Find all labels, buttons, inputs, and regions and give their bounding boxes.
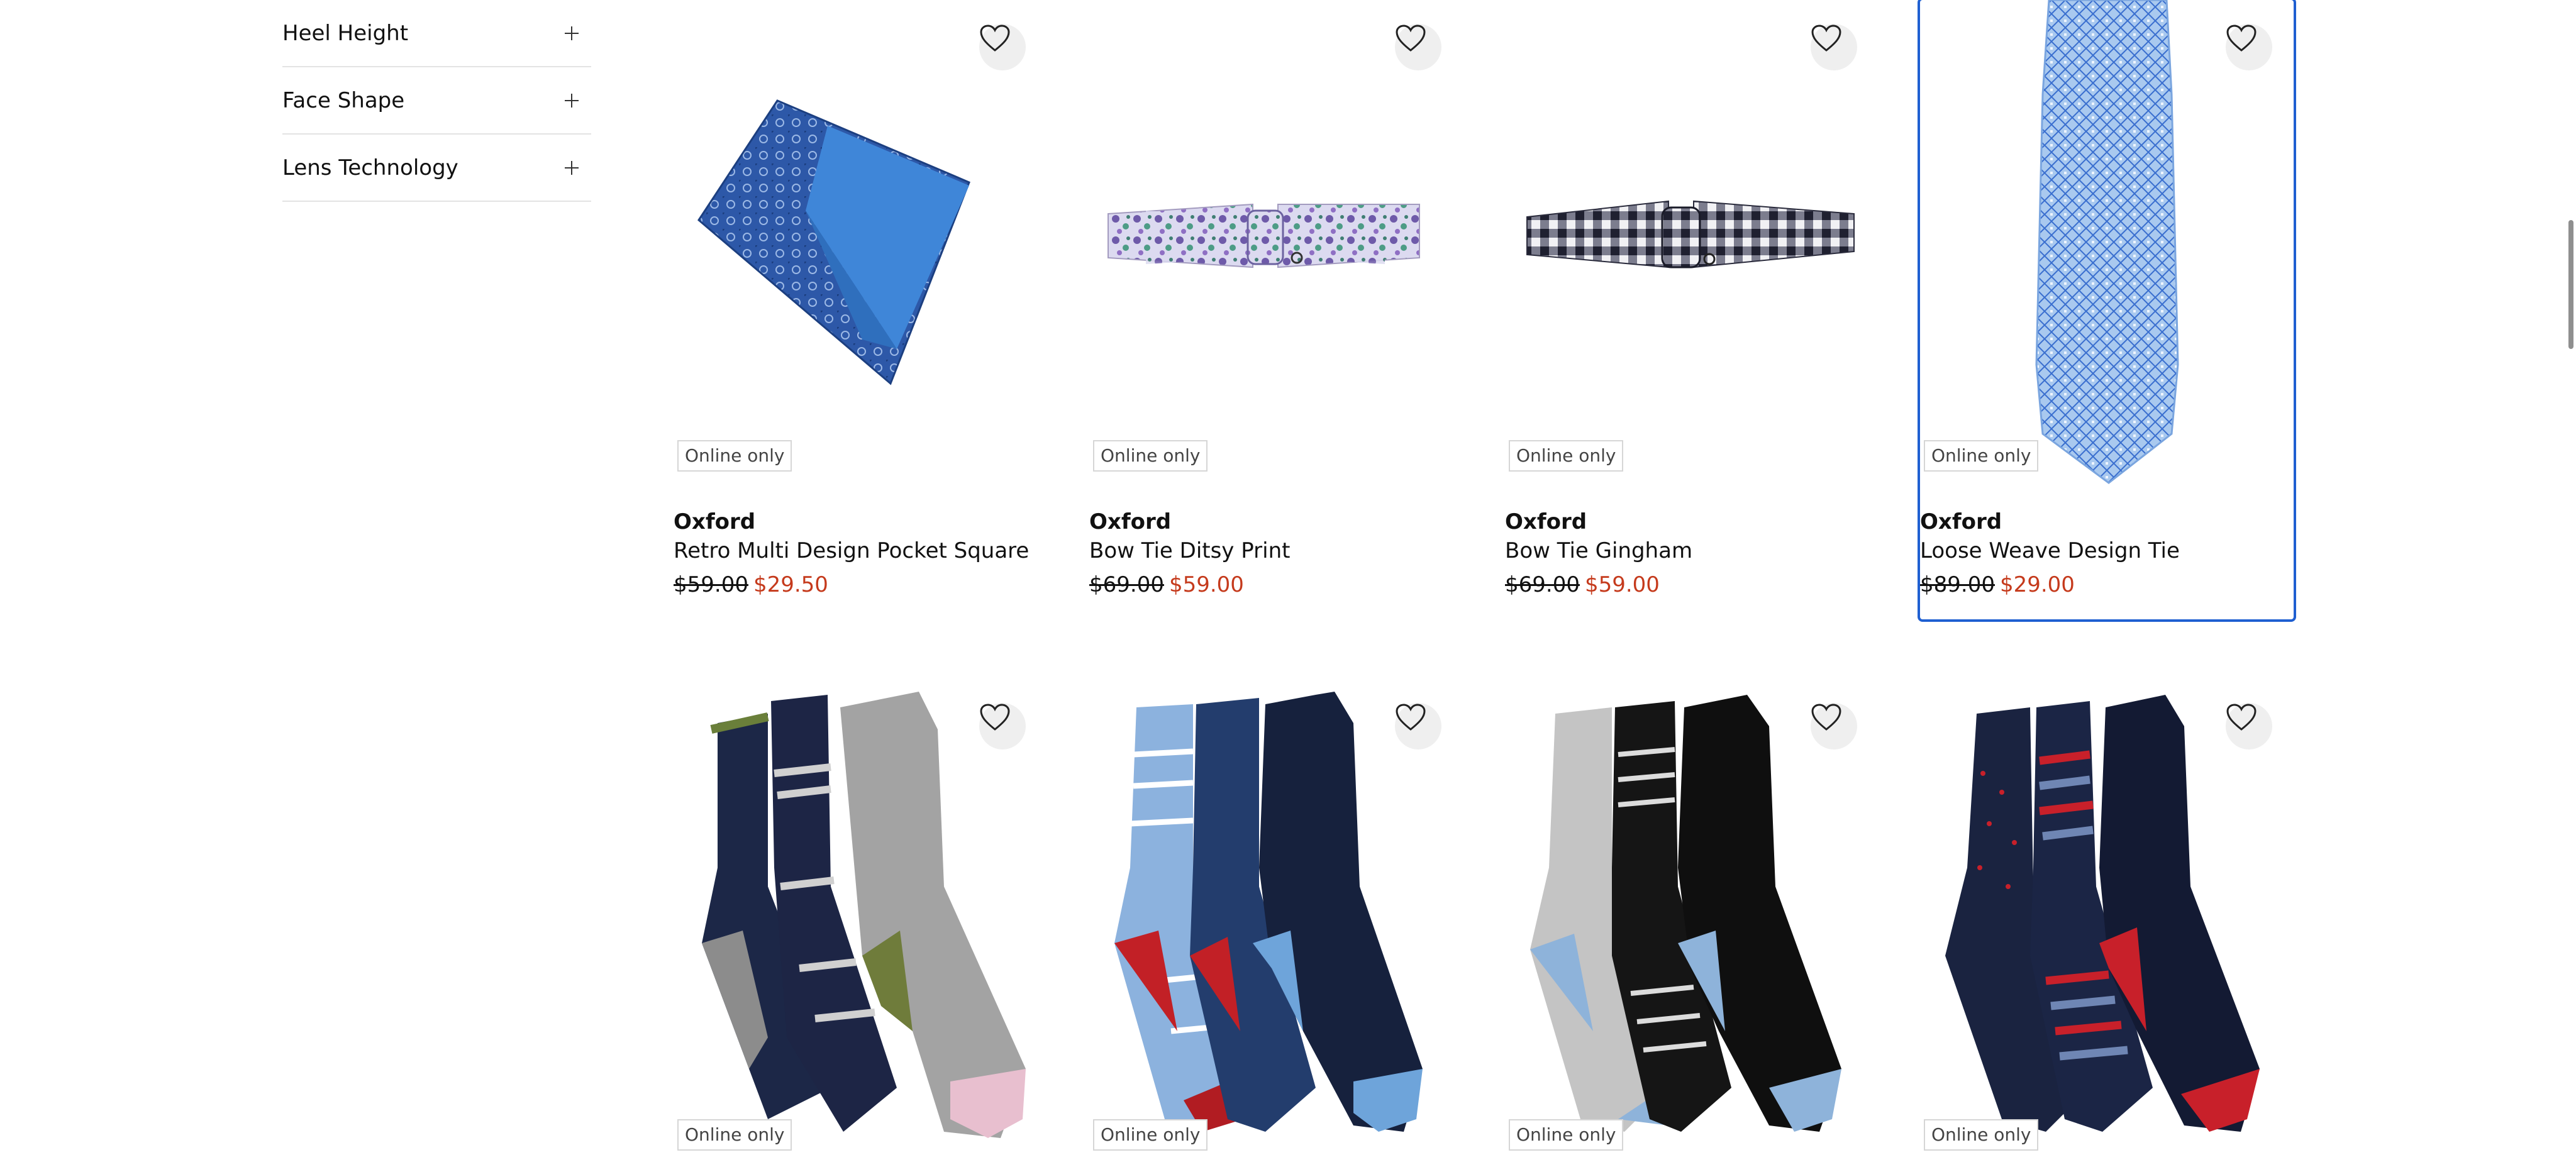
product-price: $69.00 $59.00 — [1505, 572, 1660, 597]
scrollbar-thumb[interactable] — [2568, 220, 2573, 349]
product-brand: Oxford — [674, 509, 756, 534]
product-card[interactable]: Online only — [1089, 679, 1463, 1172]
heart-icon — [2226, 704, 2257, 731]
product-card[interactable]: Online only Oxford Bow Tie Gingham $69.0… — [1505, 0, 1879, 619]
product-price: $69.00 $59.00 — [1089, 572, 1244, 597]
product-name[interactable]: Retro Multi Design Pocket Square — [674, 538, 1029, 563]
heart-icon — [2226, 25, 2257, 52]
product-image[interactable]: Online only — [1089, 0, 1463, 484]
original-price: $69.00 — [1089, 572, 1164, 597]
wishlist-heart-button[interactable] — [979, 24, 1026, 70]
product-price: $89.00 $29.00 — [1920, 572, 2075, 597]
product-image[interactable]: Online only — [1505, 0, 1879, 484]
wishlist-heart-button[interactable] — [2226, 24, 2272, 70]
product-image[interactable]: Online only — [1505, 679, 1879, 1163]
product-image[interactable]: Online only — [674, 0, 1047, 484]
heart-icon — [1396, 25, 1426, 52]
heart-icon — [980, 25, 1010, 52]
wishlist-heart-button[interactable] — [1811, 703, 1857, 749]
product-price: $59.00 $29.50 — [674, 572, 828, 597]
heart-icon — [1811, 25, 1841, 52]
online-only-badge: Online only — [1093, 440, 1208, 472]
original-price: $59.00 — [674, 572, 748, 597]
plus-icon[interactable] — [565, 26, 579, 40]
product-brand: Oxford — [1920, 509, 2002, 534]
product-card[interactable]: Online only Oxford Loose Weave Design Ti… — [1920, 0, 2294, 619]
product-image[interactable]: Online only — [1089, 679, 1463, 1163]
product-image[interactable]: Online only — [1920, 679, 2294, 1163]
product-card[interactable]: Online only Oxford Retro Multi Design Po… — [674, 0, 1047, 619]
wishlist-heart-button[interactable] — [2226, 703, 2272, 749]
product-card[interactable]: Online only — [1505, 679, 1879, 1172]
wishlist-heart-button[interactable] — [1395, 24, 1441, 70]
filter-sidebar: Heel Height Face Shape Lens Technology — [282, 0, 591, 202]
filter-label: Lens Technology — [282, 155, 458, 180]
product-image[interactable]: Online only — [1920, 0, 2294, 484]
online-only-badge: Online only — [1924, 1119, 2039, 1151]
original-price: $69.00 — [1505, 572, 1580, 597]
product-card[interactable]: Online only — [674, 679, 1047, 1172]
online-only-badge: Online only — [1509, 1119, 1624, 1151]
filter-face-shape[interactable]: Face Shape — [282, 67, 591, 135]
wishlist-heart-button[interactable] — [1395, 703, 1441, 749]
online-only-badge: Online only — [677, 440, 792, 472]
filter-lens-technology[interactable]: Lens Technology — [282, 135, 591, 202]
product-name[interactable]: Loose Weave Design Tie — [1920, 538, 2180, 563]
product-name[interactable]: Bow Tie Gingham — [1505, 538, 1692, 563]
online-only-badge: Online only — [677, 1119, 792, 1151]
wishlist-heart-button[interactable] — [979, 703, 1026, 749]
plus-icon[interactable] — [565, 93, 579, 108]
product-card[interactable]: Online only Oxford Bow Tie Ditsy Print $… — [1089, 0, 1463, 619]
original-price: $89.00 — [1920, 572, 1995, 597]
online-only-badge: Online only — [1924, 440, 2039, 472]
plus-icon[interactable] — [565, 160, 579, 175]
sale-price: $59.00 — [1584, 572, 1660, 597]
product-brand: Oxford — [1089, 509, 1172, 534]
product-brand: Oxford — [1505, 509, 1587, 534]
product-card[interactable]: Online only — [1920, 679, 2294, 1172]
heart-icon — [1811, 704, 1841, 731]
heart-icon — [980, 704, 1010, 731]
product-name[interactable]: Bow Tie Ditsy Print — [1089, 538, 1290, 563]
filter-heel-height[interactable]: Heel Height — [282, 0, 591, 67]
filter-label: Heel Height — [282, 20, 409, 46]
wishlist-heart-button[interactable] — [1811, 24, 1857, 70]
heart-icon — [1396, 704, 1426, 731]
sale-price: $29.50 — [753, 572, 828, 597]
product-image[interactable]: Online only — [674, 679, 1047, 1163]
sale-price: $29.00 — [1999, 572, 2075, 597]
page-scrollbar[interactable] — [2561, 0, 2576, 1172]
online-only-badge: Online only — [1509, 440, 1624, 472]
filter-label: Face Shape — [282, 87, 405, 113]
online-only-badge: Online only — [1093, 1119, 1208, 1151]
sale-price: $59.00 — [1169, 572, 1244, 597]
